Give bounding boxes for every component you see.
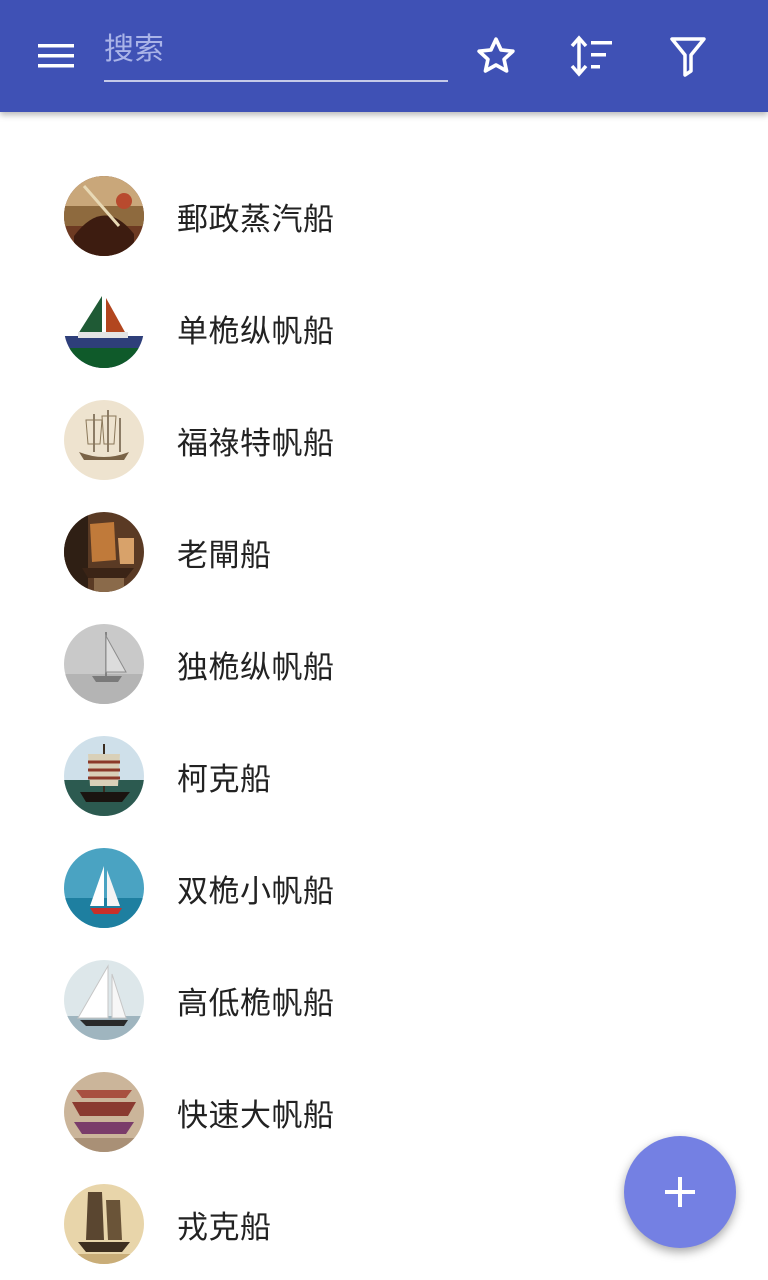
list-item-label: 单桅纵帆船 [177,313,335,350]
list-item[interactable]: 单桅纵帆船 [0,272,768,384]
list-item[interactable]: 双桅小帆船 [0,832,768,944]
list-item[interactable]: 郵政蒸汽船 [0,160,768,272]
ketch-sea-thumbnail [64,848,144,928]
galleon-painting-thumbnail [64,1072,144,1152]
plus-icon [665,1177,695,1207]
list-item-label: 高低桅帆船 [177,985,335,1022]
list-item-label: 老閘船 [177,537,272,574]
add-button[interactable] [624,1136,736,1248]
painting-ship-thumbnail [64,176,144,256]
grey-sketch-ship-thumbnail [64,624,144,704]
menu-icon [38,44,74,68]
star-icon [477,37,515,73]
list-item[interactable]: 高低桅帆船 [0,944,768,1056]
search-field [104,20,448,82]
search-input[interactable] [104,20,448,78]
sort-icon [570,35,612,77]
list-item-label: 郵政蒸汽船 [177,201,335,238]
filter-button[interactable] [660,28,716,84]
top-app-bar [0,0,768,112]
green-sail-boat-thumbnail [64,288,144,368]
ship-list: 郵政蒸汽船 单桅纵帆船 福祿特帆船 老閘船 独桅纵帆船 柯克船 双桅小帆船 高低… [0,160,768,1280]
list-item-label: 独桅纵帆船 [177,649,335,686]
list-item-label: 双桅小帆船 [177,873,335,910]
sort-button[interactable] [563,28,619,84]
filter-icon [670,37,706,77]
list-item-label: 福祿特帆船 [177,425,335,462]
favorites-button[interactable] [468,28,524,84]
junk-model-thumbnail [64,512,144,592]
junk-sepia-thumbnail [64,1184,144,1264]
list-item[interactable]: 柯克船 [0,720,768,832]
list-item[interactable]: 独桅纵帆船 [0,608,768,720]
list-item[interactable]: 老閘船 [0,496,768,608]
menu-button[interactable] [24,32,88,80]
app-screen: 郵政蒸汽船 单桅纵帆船 [0,0,768,1280]
sketch-ship-thumbnail [64,400,144,480]
yawl-white-sail-thumbnail [64,960,144,1040]
list-item-label: 柯克船 [177,761,272,798]
cog-ship-thumbnail [64,736,144,816]
list-item-label: 戎克船 [177,1209,272,1246]
list-item[interactable]: 福祿特帆船 [0,384,768,496]
list-item-label: 快速大帆船 [177,1097,335,1134]
